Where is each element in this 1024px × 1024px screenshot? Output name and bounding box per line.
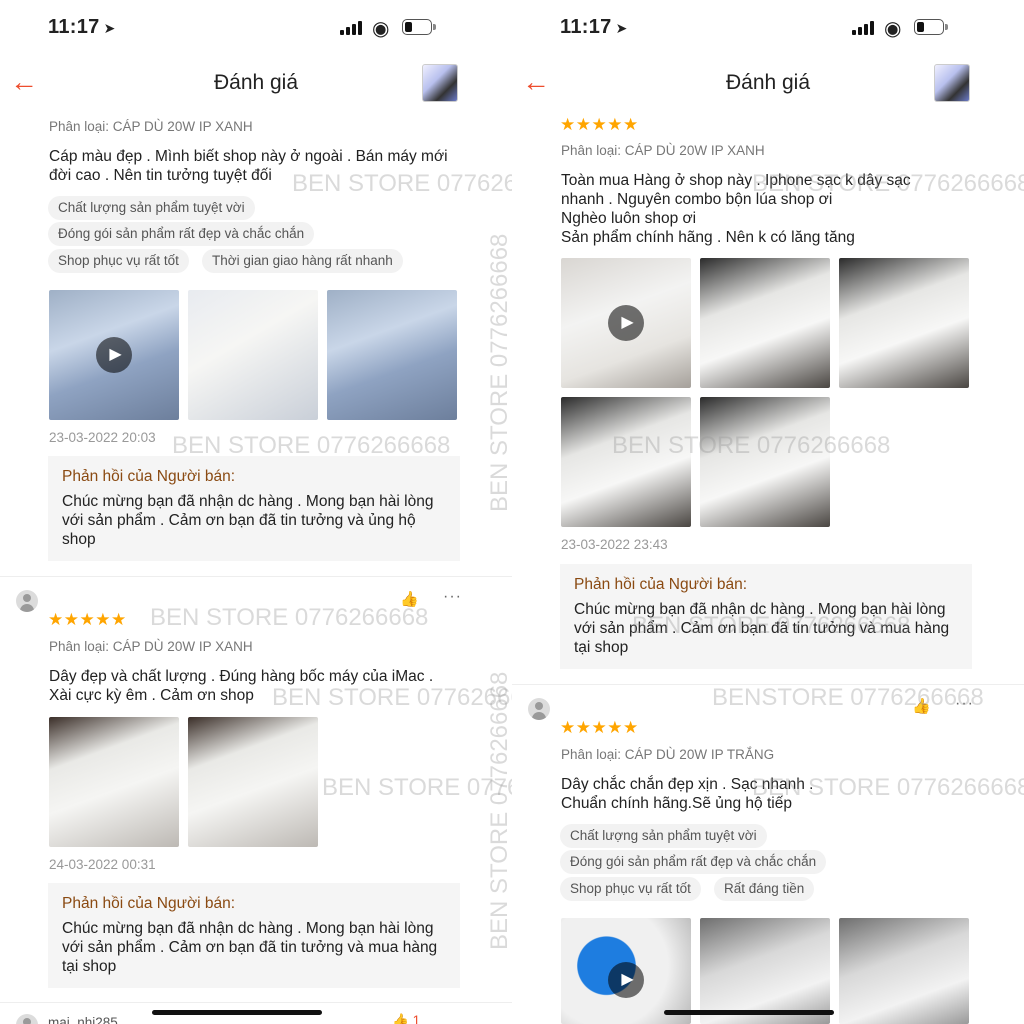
screenshot-left: 11:17 ➤ ◉ ← Đánh giá Phân loại: CÁP DÙ 20… xyxy=(0,0,512,1024)
review-photo[interactable] xyxy=(49,717,179,847)
avatar[interactable] xyxy=(16,590,38,612)
review-photo[interactable] xyxy=(700,258,830,388)
like-count[interactable]: 👍 1 xyxy=(392,1013,420,1024)
play-icon[interactable]: ▶ xyxy=(96,337,132,373)
watermark: BENSTORE 0776266668 xyxy=(712,684,984,711)
reply-label: Phản hồi của Người bán: xyxy=(574,576,748,593)
rating-stars: ★★★★★ xyxy=(560,115,639,134)
review-video[interactable]: ▶ xyxy=(49,290,179,420)
nav-bar: ← Đánh giá xyxy=(0,56,512,112)
divider xyxy=(512,684,1024,685)
more-options-icon[interactable]: ··· xyxy=(443,588,462,606)
status-bar: 11:17 ➤ ◉ xyxy=(512,0,1024,56)
rating-stars: ★★★★★ xyxy=(48,610,127,629)
rating-stars: ★★★★★ xyxy=(560,718,639,737)
signal-icon xyxy=(340,21,366,35)
status-time: 11:17 ➤ xyxy=(560,16,628,38)
review-tag: Đóng gói sản phẩm rất đẹp và chắc chắn xyxy=(48,222,315,246)
battery-icon xyxy=(914,19,948,35)
review-photo[interactable] xyxy=(700,918,830,1024)
divider xyxy=(0,576,512,577)
status-bar: 11:17 ➤ ◉ xyxy=(0,0,512,56)
home-indicator[interactable] xyxy=(664,1010,834,1015)
location-arrow-icon: ➤ xyxy=(103,20,116,36)
reply-label: Phản hồi của Người bán: xyxy=(62,895,236,912)
signal-icon xyxy=(852,21,878,35)
battery-icon xyxy=(402,19,436,35)
screenshot-right: 11:17 ➤ ◉ ← Đánh giá ★★★★★ Phân loại: CÁP… xyxy=(512,0,1024,1024)
review-date: 23-03-2022 20:03 xyxy=(49,430,156,445)
avatar[interactable] xyxy=(528,698,550,720)
product-thumbnail[interactable] xyxy=(934,64,970,102)
review-photo[interactable] xyxy=(700,397,830,527)
review-tag: Chất lượng sản phẩm tuyệt vời xyxy=(560,824,767,848)
review-text: Dây chắc chắn đẹp xịn . Sạc nhanh . Chuẩ… xyxy=(561,776,814,812)
like-count-value: 1 xyxy=(412,1013,421,1024)
like-icon[interactable]: 👍 xyxy=(400,590,419,608)
nav-bar: ← Đánh giá xyxy=(512,56,1024,112)
review-variant: Phân loại: CÁP DÙ 20W IP XANH xyxy=(49,639,253,654)
review-video[interactable]: ▶ xyxy=(561,918,691,1024)
review-variant: Phân loại: CÁP DÙ 20W IP XANH xyxy=(49,119,253,134)
home-indicator[interactable] xyxy=(152,1010,322,1015)
review-photo[interactable] xyxy=(839,258,969,388)
review-photo[interactable] xyxy=(188,290,318,420)
watermark: BEN STORE 0776266668 xyxy=(322,774,512,801)
review-date: 23-03-2022 23:43 xyxy=(561,537,668,552)
watermark: BEN STORE 0776266668 xyxy=(486,671,512,950)
seller-reply: Phản hồi của Người bán: Chúc mừng bạn đã… xyxy=(48,883,460,988)
review-tag: Rất đáng tiền xyxy=(714,877,815,901)
more-options-icon[interactable]: ··· xyxy=(955,695,974,713)
review-variant: Phân loại: CÁP DÙ 20W IP XANH xyxy=(561,143,765,158)
reply-text: Chúc mừng bạn đã nhận dc hàng . Mong bạn… xyxy=(574,601,950,656)
reply-text: Chúc mừng bạn đã nhận dc hàng . Mong bạn… xyxy=(62,920,438,975)
product-thumbnail[interactable] xyxy=(422,64,458,102)
seller-reply: Phản hồi của Người bán: Chúc mừng bạn đã… xyxy=(48,456,460,561)
wifi-icon: ◉ xyxy=(884,18,902,40)
reply-text: Chúc mừng bạn đã nhận dc hàng . Mong bạn… xyxy=(62,493,434,548)
review-tag: Thời gian giao hàng rất nhanh xyxy=(202,249,403,273)
review-date: 24-03-2022 00:31 xyxy=(49,857,156,872)
review-video[interactable]: ▶ xyxy=(561,258,691,388)
play-icon[interactable]: ▶ xyxy=(608,305,644,341)
review-text: Toàn mua Hàng ở shop này . Iphone sạc k … xyxy=(561,172,911,246)
review-photo[interactable] xyxy=(327,290,457,420)
like-icon[interactable]: 👍 xyxy=(912,697,931,715)
watermark: BEN STORE 0776266668 xyxy=(150,604,429,631)
reply-label: Phản hồi của Người bán: xyxy=(62,468,236,485)
divider xyxy=(0,1002,512,1003)
review-tag: Shop phục vụ rất tốt xyxy=(48,249,189,273)
review-tag: Shop phục vụ rất tốt xyxy=(560,877,701,901)
play-icon[interactable]: ▶ xyxy=(608,962,644,998)
reviewer-username: mai_nhi285 xyxy=(48,1015,118,1024)
status-time: 11:17 ➤ xyxy=(48,16,116,38)
review-photo[interactable] xyxy=(188,717,318,847)
review-tag: Đóng gói sản phẩm rất đẹp và chắc chắn xyxy=(560,850,827,874)
watermark: BEN STORE 0776266668 xyxy=(486,233,512,512)
review-text: Cáp màu đẹp . Mình biết shop này ở ngoài… xyxy=(49,148,448,184)
wifi-icon: ◉ xyxy=(372,18,390,40)
seller-reply: Phản hồi của Người bán: Chúc mừng bạn đã… xyxy=(560,564,972,669)
location-arrow-icon: ➤ xyxy=(615,20,628,36)
avatar[interactable] xyxy=(16,1014,38,1024)
review-tag: Chất lượng sản phẩm tuyệt vời xyxy=(48,196,255,220)
review-photo[interactable] xyxy=(561,397,691,527)
review-photo[interactable] xyxy=(839,918,969,1024)
like-icon: 👍 xyxy=(392,1013,409,1024)
review-text: Dây đẹp và chất lượng . Đúng hàng bốc má… xyxy=(49,668,434,704)
review-variant: Phân loại: CÁP DÙ 20W IP TRẮNG xyxy=(561,747,775,762)
